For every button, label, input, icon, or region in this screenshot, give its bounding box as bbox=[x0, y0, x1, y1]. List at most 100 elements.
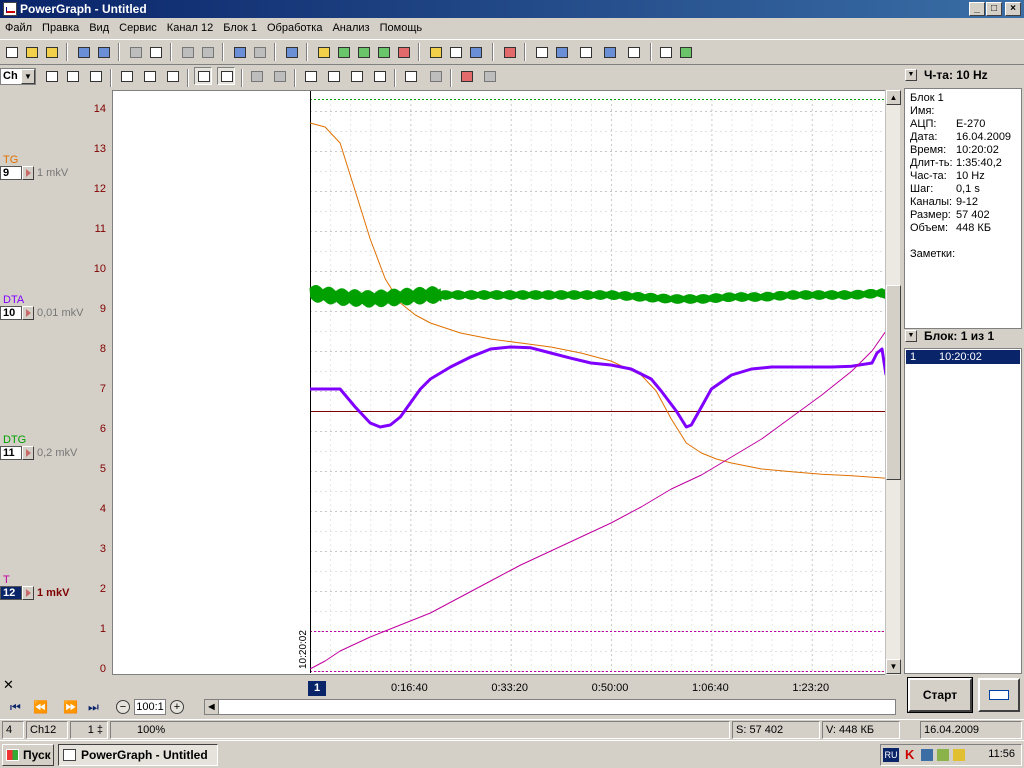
antivirus-icon[interactable]: K bbox=[905, 748, 917, 761]
help-icon[interactable] bbox=[656, 43, 674, 61]
menu-file[interactable]: Файл bbox=[0, 19, 37, 37]
x-tick-label: 1:06:40 bbox=[692, 682, 729, 694]
film-icon[interactable] bbox=[334, 43, 352, 61]
chart-area[interactable]: 10:20:02 bbox=[112, 90, 900, 675]
paste-block-icon[interactable] bbox=[250, 43, 268, 61]
fft-icon[interactable] bbox=[576, 43, 594, 61]
align-vertical-icon[interactable] bbox=[117, 67, 135, 85]
filter-icon[interactable] bbox=[624, 43, 642, 61]
device-button[interactable] bbox=[978, 678, 1020, 712]
play-arrow-icon[interactable] bbox=[22, 586, 34, 600]
forward-icon[interactable]: ⏩ bbox=[63, 700, 78, 714]
menu-service[interactable]: Сервис bbox=[114, 19, 162, 37]
open-folder-icon[interactable] bbox=[22, 43, 40, 61]
print-preview-icon[interactable] bbox=[146, 43, 164, 61]
play-arrow-icon[interactable] bbox=[22, 446, 34, 460]
fit-icon[interactable] bbox=[163, 67, 181, 85]
delete-icon[interactable] bbox=[457, 67, 475, 85]
scroll-up-icon[interactable]: ▲ bbox=[886, 90, 901, 105]
menu-block[interactable]: Блок 1 bbox=[218, 19, 262, 37]
web-icon[interactable] bbox=[676, 43, 694, 61]
unmark-icon[interactable] bbox=[270, 67, 288, 85]
save-as-icon[interactable] bbox=[94, 43, 112, 61]
wave-select-icon[interactable] bbox=[426, 67, 444, 85]
frequency-header[interactable]: ▼ Ч-та: 10 Hz bbox=[902, 66, 1024, 84]
blocks-header[interactable]: ▼ Блок: 1 из 1 bbox=[902, 327, 1024, 345]
marker-icon[interactable] bbox=[314, 43, 332, 61]
play-arrow-icon[interactable] bbox=[22, 166, 34, 180]
maximize-button[interactable]: □ bbox=[986, 2, 1002, 16]
minimize-button[interactable]: _ bbox=[969, 2, 985, 16]
grid-view-icon[interactable] bbox=[194, 67, 212, 85]
duplicate-icon[interactable] bbox=[282, 43, 300, 61]
multi-view-icon[interactable] bbox=[217, 67, 235, 85]
print-icon[interactable] bbox=[126, 43, 144, 61]
scale-icon[interactable] bbox=[42, 67, 60, 85]
function-icon[interactable] bbox=[500, 43, 518, 61]
channel-number[interactable]: 9 bbox=[0, 166, 22, 180]
rewind-icon[interactable]: ⏪ bbox=[33, 700, 48, 714]
zoom-plus-icon[interactable]: + bbox=[170, 700, 184, 714]
menu-help[interactable]: Помощь bbox=[375, 19, 428, 37]
table-icon[interactable] bbox=[532, 43, 550, 61]
cut-icon[interactable] bbox=[178, 43, 196, 61]
zoom-value[interactable]: 100:1 bbox=[134, 699, 166, 715]
menu-analysis[interactable]: Анализ bbox=[327, 19, 374, 37]
tools-icon[interactable] bbox=[466, 43, 484, 61]
chevron-down-icon[interactable]: ▼ bbox=[905, 69, 917, 81]
play-film-icon[interactable] bbox=[354, 43, 372, 61]
menu-view[interactable]: Вид bbox=[84, 19, 114, 37]
last-icon[interactable] bbox=[370, 67, 388, 85]
open-recent-icon[interactable] bbox=[42, 43, 60, 61]
block-list[interactable]: 1 10:20:02 bbox=[904, 348, 1022, 674]
close-icon[interactable]: ✕ bbox=[3, 677, 14, 693]
filmstrip-icon[interactable] bbox=[374, 43, 392, 61]
y-tick-label: 2 bbox=[99, 583, 106, 595]
copy-icon[interactable] bbox=[198, 43, 216, 61]
chevron-down-icon[interactable]: ▼ bbox=[905, 330, 917, 342]
record-icon[interactable] bbox=[394, 43, 412, 61]
zoom-minus-icon[interactable]: − bbox=[116, 700, 130, 714]
menu-processing[interactable]: Обработка bbox=[262, 19, 327, 37]
close-button[interactable]: × bbox=[1005, 2, 1021, 16]
first-icon[interactable] bbox=[301, 67, 319, 85]
menu-edit[interactable]: Правка bbox=[37, 19, 84, 37]
wave-icon[interactable] bbox=[401, 67, 419, 85]
zoom-analysis-icon[interactable] bbox=[552, 43, 570, 61]
table-edit-icon[interactable] bbox=[446, 43, 464, 61]
channel-number[interactable]: 12 bbox=[0, 586, 22, 600]
tray-sound-icon[interactable] bbox=[953, 749, 965, 761]
last-icon[interactable]: ⏭ bbox=[88, 700, 99, 715]
scroll-thumb[interactable] bbox=[886, 285, 901, 480]
zoom-out-icon[interactable] bbox=[63, 67, 81, 85]
copy-block-icon[interactable] bbox=[230, 43, 248, 61]
start-menu-button[interactable]: Пуск bbox=[2, 744, 54, 766]
language-indicator[interactable]: RU bbox=[883, 748, 899, 762]
cut-selection-icon[interactable] bbox=[480, 67, 498, 85]
channel-number[interactable]: 10 bbox=[0, 306, 22, 320]
scroll-down-icon[interactable]: ▼ bbox=[886, 659, 901, 674]
play-arrow-icon[interactable] bbox=[22, 306, 34, 320]
chart[interactable]: 10:20:02 bbox=[113, 91, 885, 674]
first-icon[interactable]: ⏮ bbox=[10, 700, 21, 715]
scroll-left-icon[interactable]: ◀ bbox=[205, 700, 219, 714]
save-icon[interactable] bbox=[74, 43, 92, 61]
network-icon[interactable] bbox=[921, 749, 933, 761]
list-item[interactable]: 1 10:20:02 bbox=[906, 350, 1020, 364]
spectrum-icon[interactable] bbox=[600, 43, 618, 61]
channel-number[interactable]: 11 bbox=[0, 446, 22, 460]
align-center-icon[interactable] bbox=[140, 67, 158, 85]
mark-icon[interactable] bbox=[247, 67, 265, 85]
start-button[interactable]: Старт bbox=[907, 677, 973, 713]
y-tick-label: 6 bbox=[99, 423, 106, 435]
menu-channel[interactable]: Канал 12 bbox=[162, 19, 218, 37]
prev-icon[interactable] bbox=[324, 67, 342, 85]
zoom-in-icon[interactable] bbox=[86, 67, 104, 85]
horizontal-scroll-track[interactable]: ◀ bbox=[204, 699, 896, 715]
next-icon[interactable] bbox=[347, 67, 365, 85]
vertical-scrollbar[interactable]: ▲ ▼ bbox=[885, 90, 901, 675]
tray-app-icon[interactable] bbox=[937, 749, 949, 761]
edit-icon[interactable] bbox=[426, 43, 444, 61]
new-file-icon[interactable] bbox=[2, 43, 20, 61]
taskbar-item-powergraph[interactable]: PowerGraph - Untitled bbox=[58, 744, 218, 766]
